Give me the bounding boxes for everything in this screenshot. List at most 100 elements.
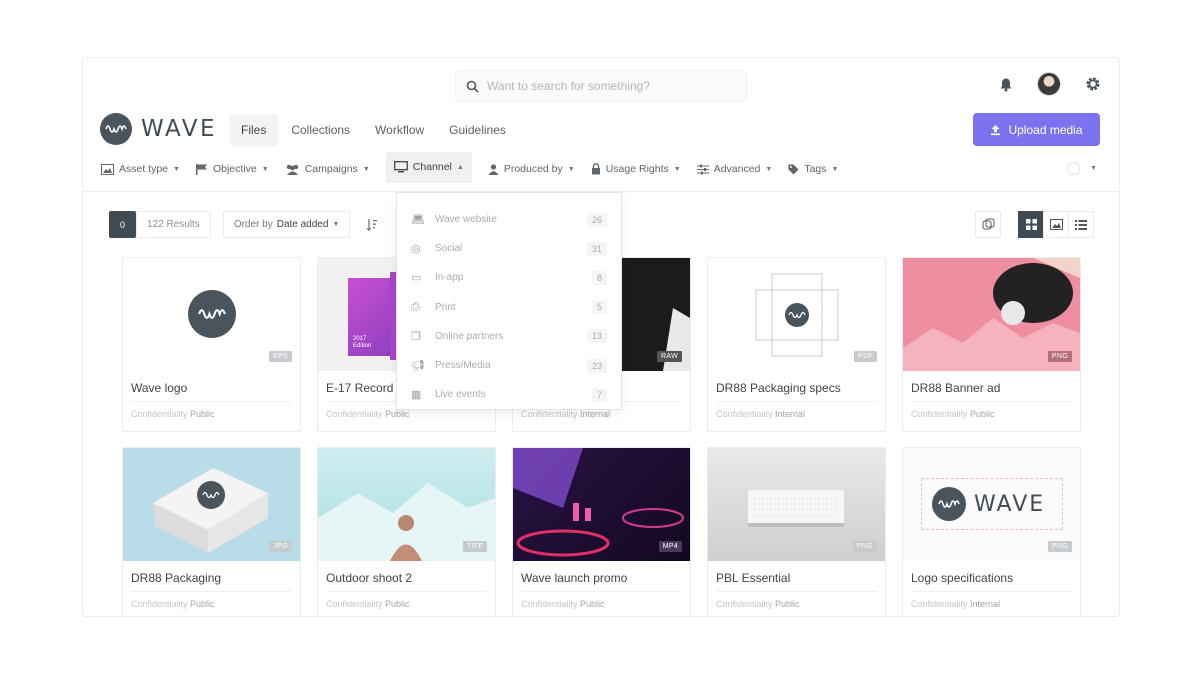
list-icon (1075, 219, 1087, 230)
asset-thumbnail: TIFF (318, 448, 495, 561)
asset-name: DR88 Packaging specs (716, 381, 841, 395)
filter-campaigns[interactable]: Campaigns ▼ (285, 163, 370, 175)
asset-card[interactable]: MP4 Wave launch promo Confidentiality Pu… (512, 447, 691, 616)
image-icon (101, 163, 114, 175)
card-icon: ▭ (411, 272, 422, 285)
filter-options[interactable]: ▼ (1067, 162, 1097, 175)
filter-advanced[interactable]: Advanced ▼ (696, 163, 772, 175)
asset-card[interactable]: TIFF Outdoor shoot 2 Confidentiality Pub… (317, 447, 496, 616)
file-type-badge: RAW (657, 351, 682, 362)
meta-label: Confidentiality (716, 409, 773, 419)
sort-direction-button[interactable] (362, 211, 382, 238)
asset-thumbnail: JPG (123, 448, 300, 561)
list-view-button[interactable] (1068, 211, 1094, 238)
view-tools (975, 211, 1094, 238)
channel-option-print[interactable]: ⎙ Print 5 (397, 293, 621, 322)
meta-label: Confidentiality (911, 599, 968, 609)
asset-card[interactable]: JPG DR88 Packaging Confidentiality Publi… (122, 447, 301, 616)
filter-usage-rights[interactable]: Usage Rights ▼ (591, 163, 681, 175)
caret-down-icon: ▼ (567, 165, 575, 173)
asset-name: Wave launch promo (521, 571, 628, 585)
asset-name: PBL Essential (716, 571, 791, 585)
asset-confidentiality: Confidentiality Public (131, 409, 215, 419)
search-input[interactable] (487, 79, 727, 93)
option-count: 31 (586, 241, 607, 256)
meta-value: Internal (970, 599, 1001, 609)
lock-icon (591, 163, 600, 175)
asset-confidentiality: Confidentiality Internal (521, 409, 610, 419)
search-box[interactable] (455, 70, 747, 102)
printer-icon: ⎙ (411, 300, 420, 313)
sliders-icon (696, 164, 709, 174)
asset-confidentiality: Confidentiality Internal (716, 409, 805, 419)
card-divider (911, 591, 1072, 592)
channel-option-social[interactable]: ◎ Social 31 (397, 234, 621, 263)
file-type-badge: PNG (852, 541, 877, 552)
asset-card[interactable]: EPS Wave logo Confidentiality Public (122, 257, 301, 432)
meta-value: Internal (775, 409, 806, 419)
option-count: 13 (586, 329, 607, 344)
asset-card[interactable]: PNG PBL Essential Confidentiality Public (707, 447, 886, 616)
asset-card[interactable]: WAVE PNG Logo specifications Confidentia… (902, 447, 1081, 616)
bell-icon[interactable] (999, 77, 1013, 92)
meta-label: Confidentiality (911, 409, 968, 419)
asset-thumbnail: WAVE PNG (903, 448, 1080, 561)
filter-tags[interactable]: Tags ▼ (788, 163, 838, 175)
asset-name: Outdoor shoot 2 (326, 571, 413, 585)
filter-channel[interactable]: Channel ▲ (385, 151, 472, 183)
option-label: Press/Media (435, 360, 491, 372)
order-prefix: Order by (233, 219, 273, 230)
meta-label: Confidentiality (326, 599, 383, 609)
tab-files[interactable]: Files (229, 114, 279, 146)
sort-icon (366, 219, 378, 231)
channel-option-wave-website[interactable]: 💻︎ Wave website 26 (397, 205, 621, 234)
caret-up-icon: ▲ (456, 163, 464, 171)
caret-down-icon: ▼ (173, 165, 180, 173)
tab-guidelines[interactable]: Guidelines (437, 114, 518, 146)
asset-card[interactable]: PDF DR88 Packaging specs Confidentiality… (707, 257, 886, 432)
toggle-circle-icon[interactable] (1067, 162, 1081, 175)
file-type-badge: JPG (269, 541, 292, 552)
file-type-badge: MP4 (658, 541, 682, 552)
avatar[interactable] (1037, 72, 1061, 96)
tag-icon (788, 164, 799, 174)
upload-label: Upload media (1008, 122, 1083, 137)
asset-confidentiality: Confidentiality Public (521, 599, 605, 609)
brand-name: WAVE (141, 116, 218, 142)
filter-asset-type[interactable]: Asset type ▼ (101, 163, 180, 175)
wave-logo-icon (188, 290, 236, 338)
asset-thumbnail: MP4 (513, 448, 690, 561)
results-bar: 0 122 Results Order by Date added ▼ (109, 211, 382, 238)
selection-count-badge[interactable]: 0 (109, 211, 136, 238)
option-label: Online partners (435, 330, 504, 342)
grid-view-button[interactable] (1018, 211, 1044, 238)
option-count: 26 (586, 212, 607, 227)
logo-spec-frame: WAVE (921, 478, 1063, 530)
order-by-select[interactable]: Order by Date added ▼ (222, 211, 351, 238)
tab-collections[interactable]: Collections (279, 114, 362, 146)
filter-objective[interactable]: Objective ▼ (195, 163, 269, 175)
meta-label: Confidentiality (521, 599, 578, 609)
channel-option-online-partners[interactable]: ❐ Online partners 13 (397, 322, 621, 351)
asset-thumbnail: PNG (708, 448, 885, 561)
brand-logo[interactable]: WAVE (100, 113, 217, 145)
flag-icon (195, 163, 207, 175)
asset-name: DR88 Banner ad (911, 381, 1001, 395)
compare-button[interactable] (975, 211, 1001, 238)
tab-workflow[interactable]: Workflow (363, 114, 436, 146)
thumb-caption: 2017 Edition (353, 336, 372, 349)
channel-option-live-events[interactable]: ▦ Live events 7 (397, 380, 621, 409)
meta-label: Confidentiality (326, 409, 383, 419)
channel-option-press-media[interactable]: 📢︎ Press/Media 23 (397, 351, 621, 380)
logo-wordmark: WAVE (974, 491, 1046, 517)
upload-media-button[interactable]: Upload media (973, 113, 1100, 146)
filter-bar: Asset type ▼ Objective ▼ Campaigns ▼ Channe… (101, 151, 854, 183)
caret-down-icon: ▼ (673, 165, 681, 173)
image-view-button[interactable] (1043, 211, 1069, 238)
channel-option-in-app[interactable]: ▭ In-app 8 (397, 263, 621, 292)
filter-produced-by[interactable]: Produced by ▼ (488, 163, 575, 175)
option-label: In-app (435, 272, 464, 284)
asset-card[interactable]: PNG DR88 Banner ad Confidentiality Publi… (902, 257, 1081, 432)
results-count: 122 Results (136, 211, 211, 238)
gear-icon[interactable] (1085, 76, 1101, 92)
